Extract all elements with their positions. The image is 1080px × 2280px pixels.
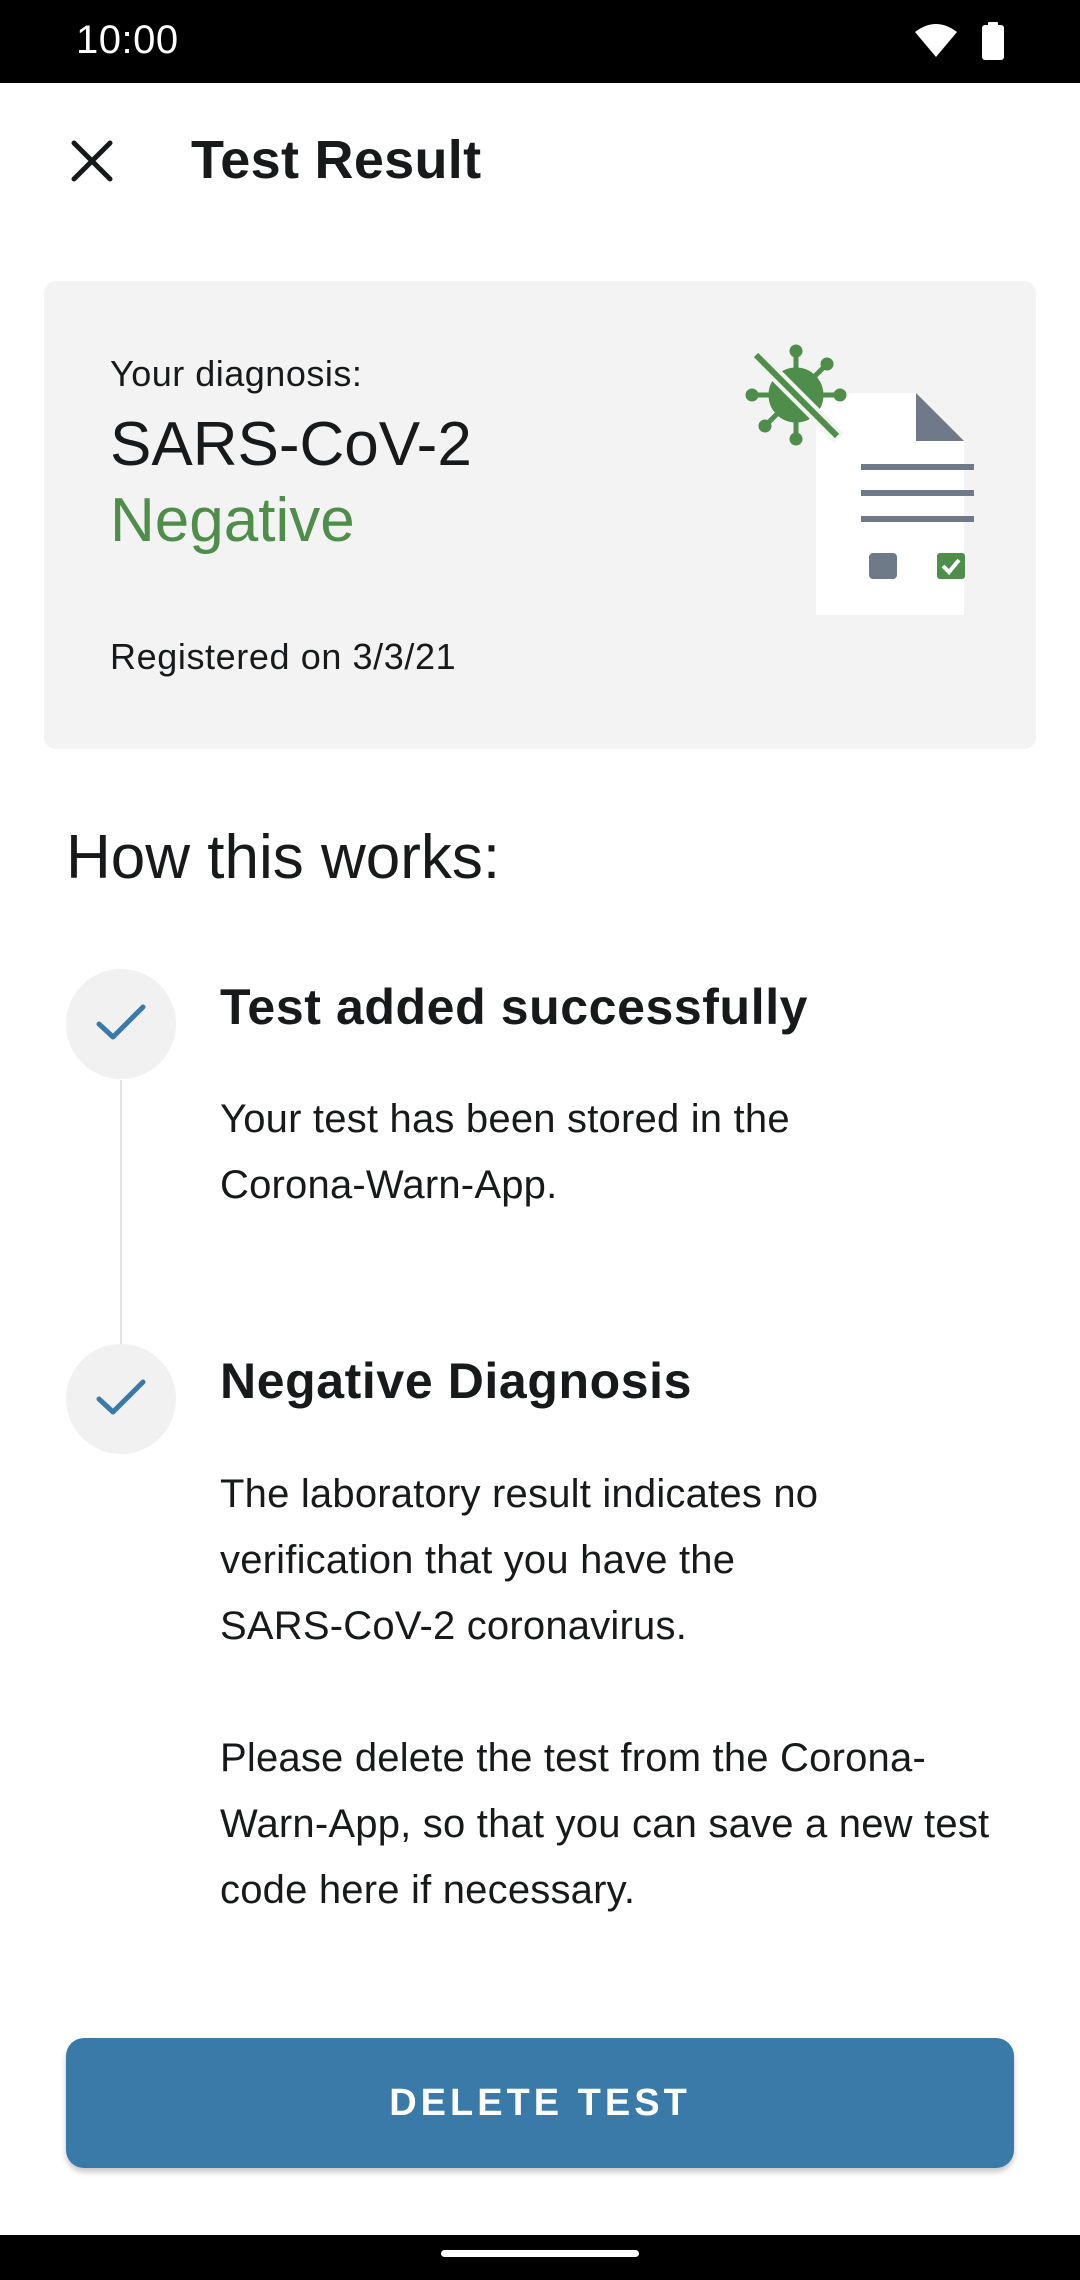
step-title: Negative Diagnosis <box>220 1353 693 1409</box>
status-time: 10:00 <box>76 18 179 62</box>
page-title: Test Result <box>191 130 482 190</box>
step-connector <box>120 1080 122 1348</box>
check-icon <box>95 1002 147 1047</box>
battery-icon <box>982 22 1004 65</box>
diagnosis-name: SARS-CoV-2 <box>110 410 472 479</box>
delete-test-button[interactable]: DELETE TEST <box>66 2038 1014 2168</box>
wifi-icon <box>914 24 958 63</box>
status-bar: 10:00 <box>0 0 1080 83</box>
step-body: The laboratory result indicates no verif… <box>220 1472 819 1648</box>
close-button[interactable] <box>52 123 132 203</box>
step-indicator <box>66 969 176 1079</box>
navigation-bar <box>0 2235 1080 2280</box>
virus-document-icon <box>744 343 1024 663</box>
registered-date: Registered on 3/3/21 <box>110 636 457 677</box>
step-body: Your test has been stored in the Corona-… <box>220 1097 790 1207</box>
app-bar: Test Result <box>0 83 1080 243</box>
home-handle[interactable] <box>441 2250 639 2257</box>
close-icon <box>70 139 114 188</box>
diagnosis-result: Negative <box>110 486 355 555</box>
result-card: Your diagnosis: SARS-CoV-2 Negative Regi… <box>44 281 1036 749</box>
check-icon <box>95 1377 147 1422</box>
status-icons <box>914 22 1004 65</box>
diagnosis-caption: Your diagnosis: <box>110 353 363 394</box>
step-body-note: Please delete the test from the Corona-W… <box>220 1736 990 1912</box>
section-title: How this works: <box>66 823 501 892</box>
step-title: Test added successfully <box>220 979 809 1035</box>
step-indicator <box>66 1344 176 1454</box>
